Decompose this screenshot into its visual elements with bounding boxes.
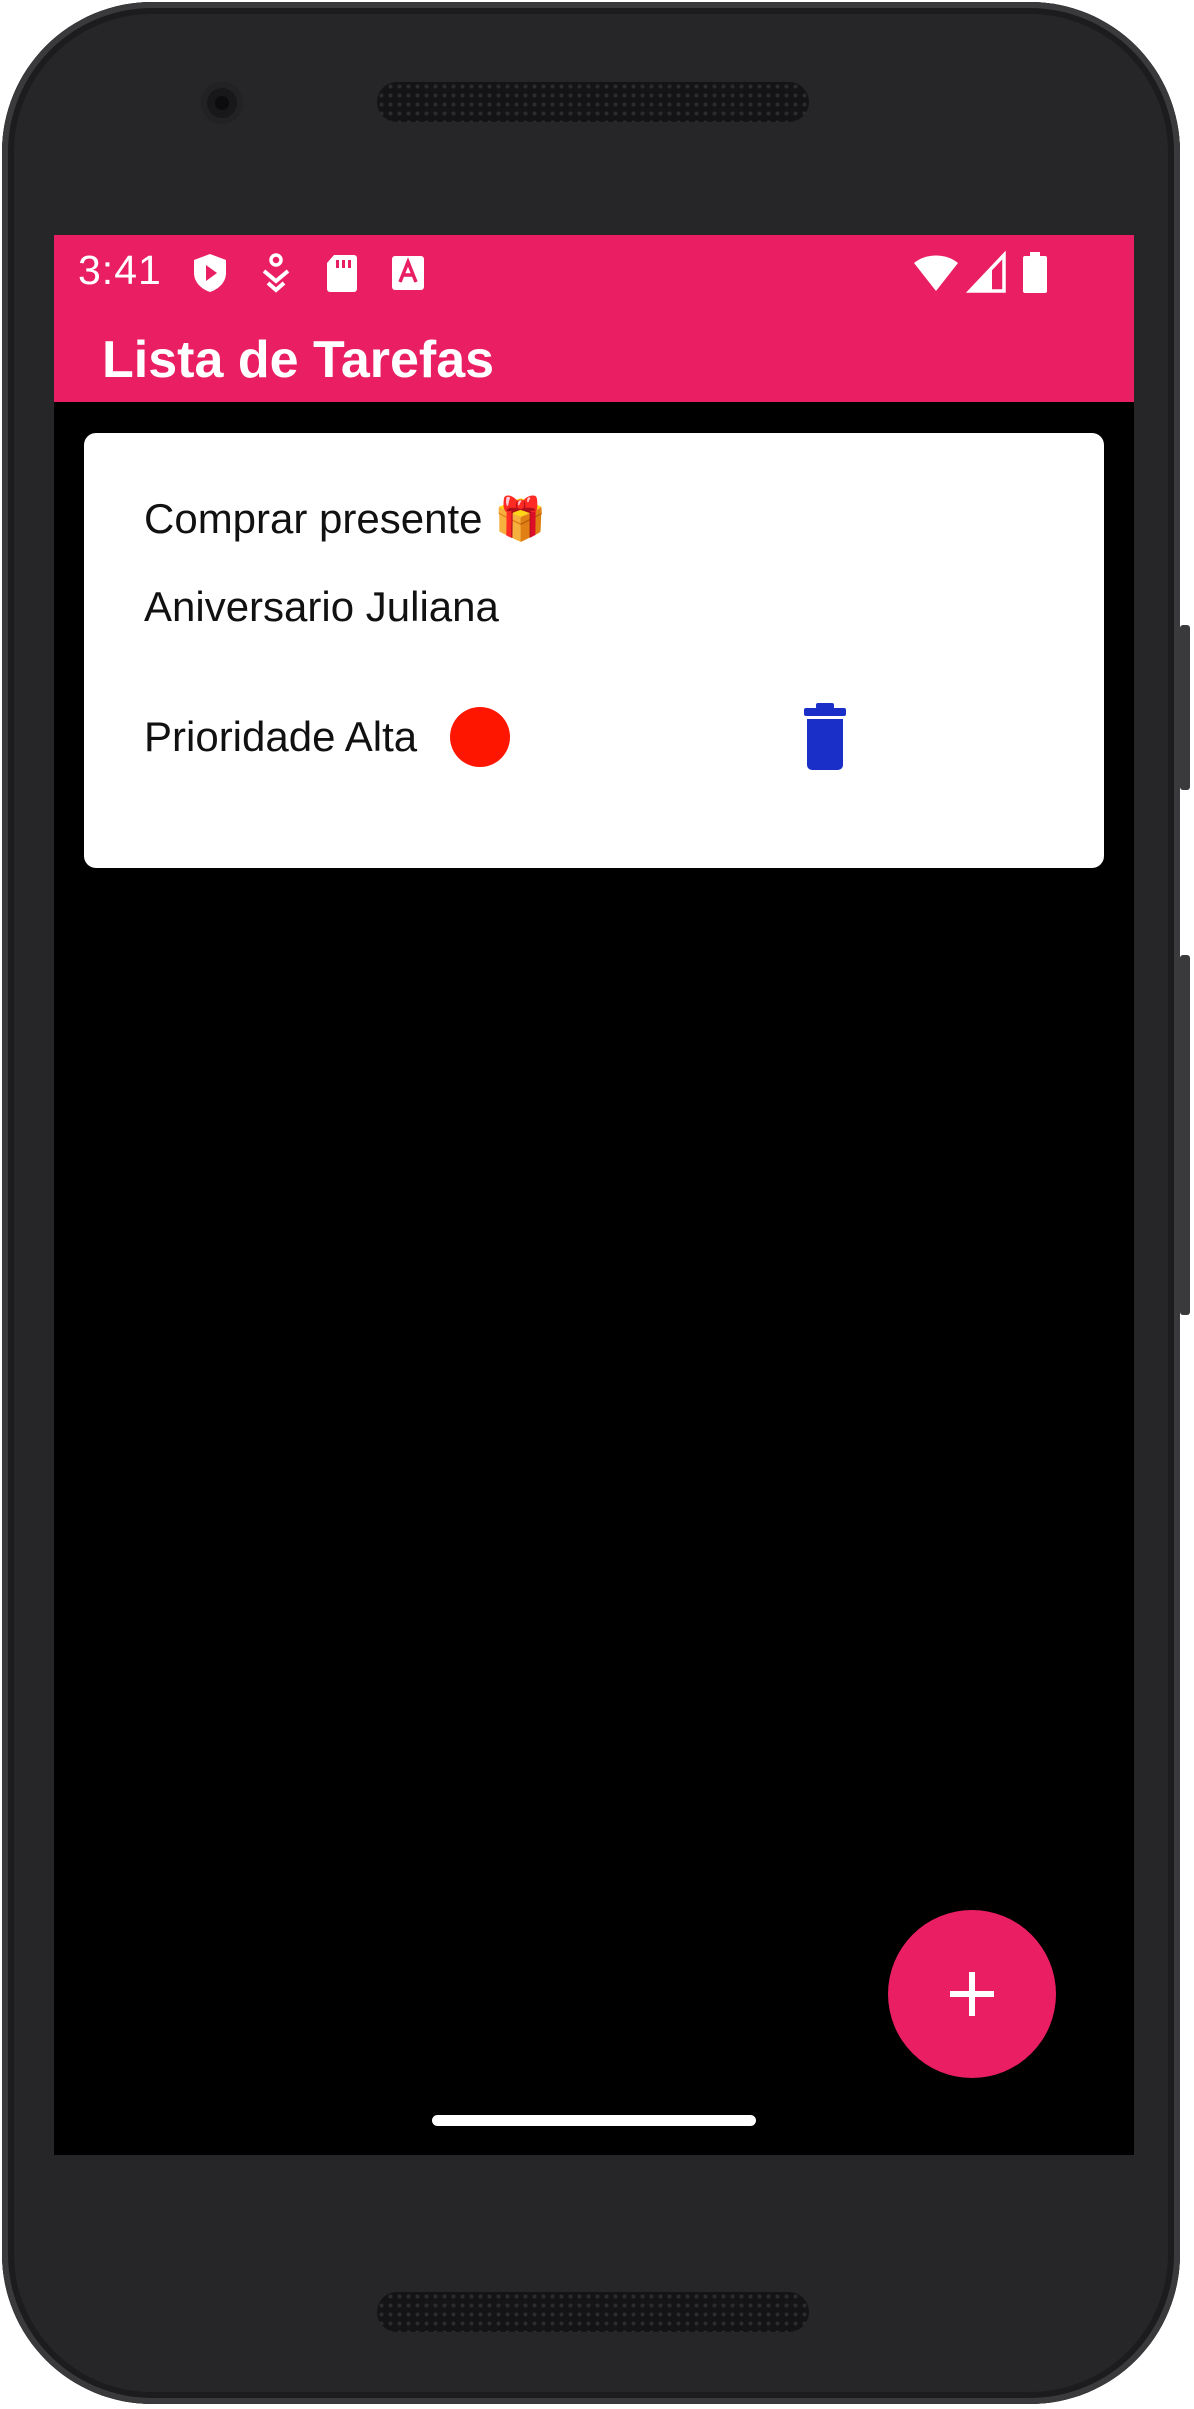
volume-button bbox=[1180, 955, 1190, 1315]
task-card[interactable]: Comprar presente 🎁 Aniversario Juliana P… bbox=[84, 433, 1104, 868]
power-button bbox=[1180, 625, 1190, 790]
home-indicator[interactable] bbox=[432, 2115, 756, 2126]
device-screen: 3:41 Lista de Tarefas Comprar presente 🎁… bbox=[54, 235, 1134, 2155]
plus-icon bbox=[950, 1972, 994, 2016]
download-icon bbox=[262, 253, 290, 293]
wifi-icon bbox=[914, 255, 958, 291]
play-protect-icon bbox=[194, 254, 226, 292]
task-priority-label: Prioridade Alta bbox=[144, 713, 418, 760]
bottom-speaker-grille bbox=[377, 2292, 809, 2332]
top-speaker-grille bbox=[377, 82, 809, 122]
sd-card-icon bbox=[327, 255, 357, 292]
app-title: Lista de Tarefas bbox=[102, 331, 495, 389]
trash-icon bbox=[804, 703, 846, 770]
front-camera bbox=[201, 82, 243, 124]
status-time: 3:41 bbox=[78, 247, 162, 293]
task-description: Aniversario Juliana bbox=[144, 583, 499, 630]
add-task-button[interactable] bbox=[888, 1910, 1056, 2078]
font-a-icon bbox=[392, 256, 424, 290]
task-title: Comprar presente 🎁 bbox=[144, 495, 547, 542]
phone-frame: 3:41 Lista de Tarefas Comprar presente 🎁… bbox=[2, 2, 1180, 2404]
priority-indicator-dot bbox=[450, 707, 510, 767]
battery-icon bbox=[1023, 252, 1047, 293]
delete-task-button[interactable] bbox=[794, 703, 856, 771]
app-bar: 3:41 Lista de Tarefas bbox=[54, 235, 1134, 402]
signal-icon bbox=[966, 251, 1006, 293]
